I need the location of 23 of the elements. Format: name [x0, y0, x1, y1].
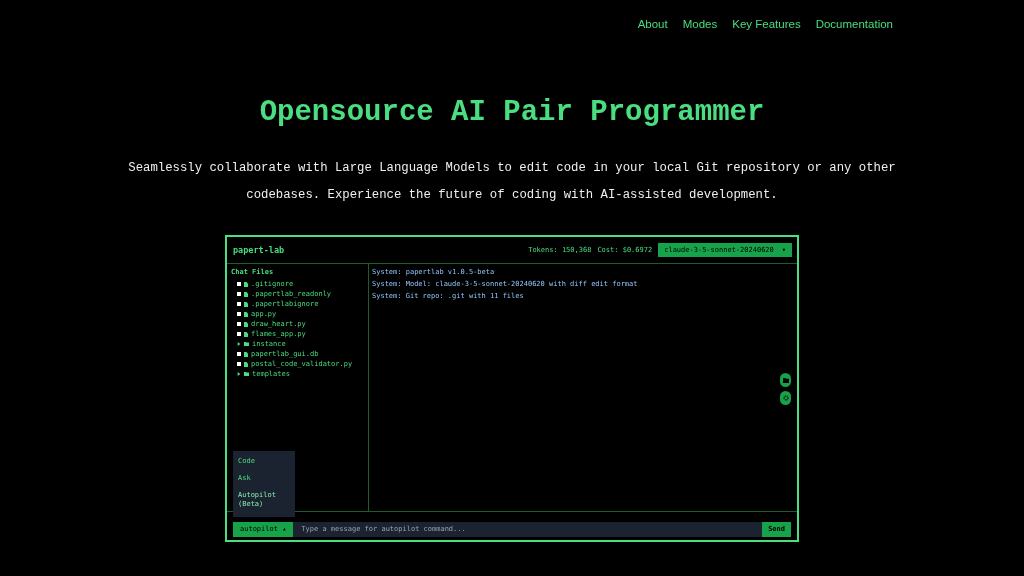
settings-icon [782, 395, 789, 401]
expand-icon[interactable] [237, 342, 241, 346]
expand-icon[interactable] [237, 372, 241, 376]
folder-icon [244, 372, 249, 376]
hero-subtitle: Seamlessly collaborate with Large Language Models to edit code in your local Git repository or any other codebases. Experience the future of coding with AI-assisted development. [127, 160, 897, 204]
checkbox[interactable] [237, 292, 241, 296]
settings-button[interactable] [780, 391, 791, 405]
checkbox[interactable] [237, 362, 241, 366]
checkbox[interactable] [237, 302, 241, 306]
checkbox[interactable] [237, 282, 241, 286]
nav-link[interactable]: Modes [682, 18, 718, 30]
hero-title: Opensource AI Pair Programmer [259, 96, 765, 129]
folder-icon [244, 342, 249, 346]
app-title: papert-lab [233, 245, 286, 255]
checkbox[interactable] [237, 332, 241, 336]
folder-icon [782, 377, 789, 383]
checkbox[interactable] [237, 312, 241, 316]
nav-link[interactable]: Documentation [815, 18, 893, 30]
checkbox[interactable] [237, 322, 241, 326]
nav-link[interactable]: Key Features [732, 18, 801, 30]
nav-link[interactable]: About [637, 18, 668, 30]
folder-button[interactable] [780, 373, 791, 387]
checkbox[interactable] [237, 352, 241, 356]
